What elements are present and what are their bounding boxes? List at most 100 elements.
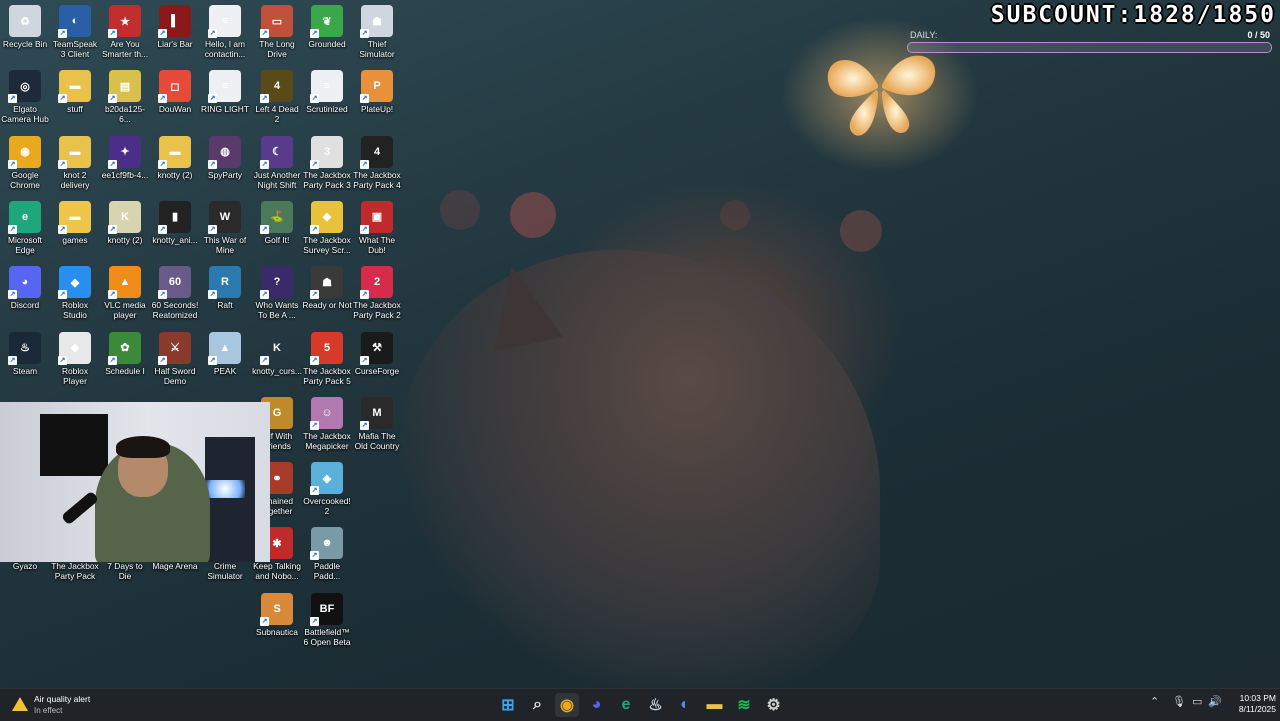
steam-taskbar-button[interactable]: ♨: [644, 693, 668, 717]
app-taskbar-button[interactable]: ◐: [673, 693, 697, 717]
webcam-monitor: [40, 414, 108, 476]
shortcut-arrow-icon: ↗: [158, 94, 167, 104]
desktop-icon[interactable]: ▬ ↗ knot 2 delivery: [50, 135, 100, 190]
desktop-icon[interactable]: M ↗ Mafia The Old Country: [352, 396, 402, 451]
overcooked-icon: ◈ ↗: [310, 462, 343, 496]
webcam-mic: [60, 490, 100, 526]
microphone-icon[interactable]: 🎙: [1172, 695, 1186, 708]
desktop-icon[interactable]: W ↗ This War of Mine: [200, 200, 250, 255]
desktop-icon[interactable]: ≡ ↗ Scrutinized: [302, 70, 352, 114]
desktop-icon[interactable]: ◎ ↗ Elgato Camera Hub: [0, 70, 50, 124]
desktop-icon[interactable]: ☗ ↗ Ready or Not: [302, 266, 352, 310]
desktop-icon[interactable]: ▌ ↗ Liar's Bar: [150, 5, 200, 49]
desktop-icon[interactable]: ♨ ↗ Steam: [0, 331, 50, 376]
desktop-icon[interactable]: K ↗ knotty (2): [100, 200, 150, 245]
network-icon[interactable]: ▭: [1192, 695, 1202, 708]
icon-glyph: ◉: [20, 146, 30, 159]
desktop-icon[interactable]: 5 ↗ The Jackbox Party Pack 5: [302, 331, 352, 386]
shortcut-arrow-icon: ↗: [310, 486, 319, 496]
text-file-icon: ≡ ↗: [208, 5, 241, 38]
desktop-icon[interactable]: BF ↗ Battlefield™ 6 Open Beta: [302, 592, 352, 647]
desktop-icon[interactable]: ♻ Recycle Bin: [0, 5, 50, 49]
discord-taskbar-button[interactable]: ◕: [585, 693, 609, 717]
desktop-icon-label: Gyazo: [12, 561, 38, 572]
file-explorer-taskbar-icon: ▬: [706, 696, 723, 713]
desktop-icon[interactable]: e ↗ Microsoft Edge: [0, 200, 50, 255]
desktop-icon[interactable]: ⛳ ↗ Golf It!: [252, 200, 302, 245]
desktop-icon[interactable]: ▤ ↗ b20da125-6...: [100, 70, 150, 124]
desktop-icon-label: Google Chrome: [10, 169, 40, 190]
desktop-icon[interactable]: 2 ↗ The Jackbox Party Pack 2: [352, 266, 402, 320]
app2-taskbar-button[interactable]: ⚙: [762, 693, 786, 717]
desktop-icon-label: Left 4 Dead 2: [255, 104, 299, 125]
icon-glyph: ❦: [322, 15, 332, 28]
weather-alert-widget[interactable]: Air quality alert In effect: [8, 692, 118, 718]
desktop-icon[interactable]: ⚔ ↗ Half Sword Demo: [150, 331, 200, 386]
shortcut-arrow-icon: ↗: [8, 355, 17, 365]
half-sword-icon: ⚔ ↗: [158, 331, 191, 365]
desktop-icon[interactable]: R ↗ Raft: [200, 266, 250, 310]
desktop-icon-label: TeamSpeak 3 Client: [52, 39, 98, 59]
desktop-icon[interactable]: ✿ ↗ Schedule I: [100, 331, 150, 376]
desktop-icon[interactable]: S ↗ Subnautica: [252, 592, 302, 637]
desktop-icon[interactable]: K ↗ knotty_curs...: [252, 332, 302, 376]
desktop-icon[interactable]: ☺ ↗ The Jackbox Megapicker: [302, 396, 352, 451]
desktop-icon-label: Keep Talking and Nobo...: [253, 561, 301, 582]
desktop-icon[interactable]: ☻ ↗ Paddle Padd...: [302, 527, 352, 581]
volume-icon[interactable]: 🔊: [1208, 695, 1222, 708]
desktop-icon[interactable]: ▮ ↗ knotty_ani...: [150, 200, 200, 245]
desktop-icon[interactable]: ▬ ↗ games: [50, 200, 100, 245]
shortcut-arrow-icon: ↗: [260, 290, 269, 300]
desktop-icon[interactable]: ◆ ↗ Roblox Studio: [50, 266, 100, 320]
desktop-icon[interactable]: ◆ ↗ The Jackbox Survey Scr...: [302, 200, 352, 255]
chrome-taskbar-button[interactable]: ◉: [555, 693, 579, 717]
desktop-icon[interactable]: ◉ ↗ Google Chrome: [0, 135, 50, 190]
elgato-camera-hub-icon: ◎ ↗: [8, 70, 41, 104]
desktop-icon[interactable]: ◐ ↗ TeamSpeak 3 Client: [50, 5, 100, 59]
recycle-bin-icon: ♻: [9, 5, 41, 37]
clock-date: 8/11/2025: [1238, 704, 1276, 714]
desktop-icon[interactable]: 3 ↗ The Jackbox Party Pack 3: [302, 135, 352, 190]
desktop-icon[interactable]: ✦ ↗ ee1cf9fb-4...: [100, 135, 150, 180]
search-button[interactable]: ⌕: [526, 693, 550, 717]
desktop-icon[interactable]: ◍ ↗ SpyParty: [200, 135, 250, 180]
desktop-icon[interactable]: ❦ ↗ Grounded: [302, 5, 352, 49]
desktop-icon[interactable]: ▣ ↗ What The Dub!: [352, 200, 402, 255]
desktop-icon[interactable]: ◕ ↗ Discord: [0, 266, 50, 310]
mafia-icon: M ↗: [360, 396, 393, 430]
desktop-icon[interactable]: 60 ↗ 60 Seconds! Reatomized: [150, 266, 200, 320]
desktop-icon[interactable]: ★ ↗ Are You Smarter th...: [100, 5, 150, 59]
shortcut-arrow-icon: ↗: [208, 355, 217, 365]
file-explorer-taskbar-button[interactable]: ▬: [703, 693, 727, 717]
long-drive-icon: ▭ ↗: [260, 5, 293, 38]
desktop-icon[interactable]: ▬ ↗ knotty (2): [150, 135, 200, 180]
desktop-icon[interactable]: 4 ↗ Left 4 Dead 2: [252, 70, 302, 124]
spotify-taskbar-button[interactable]: ≋: [732, 693, 756, 717]
desktop-icon[interactable]: ▭ ↗ The Long Drive: [252, 5, 302, 59]
desktop-icon[interactable]: ◆ ↗ Roblox Player: [50, 331, 100, 386]
games-folder-icon: ▬ ↗: [58, 200, 91, 234]
desktop-icon[interactable]: 4 ↗ The Jackbox Party Pack 4: [352, 135, 402, 190]
desktop-icon[interactable]: ▲ ↗ PEAK: [200, 331, 250, 376]
clock[interactable]: 10:03 PM 8/11/2025: [1226, 693, 1276, 715]
desktop-icon[interactable]: ? ↗ Who Wants To Be A ...: [252, 266, 302, 320]
desktop-icon[interactable]: ☗ ↗ Thief Simulator: [352, 5, 402, 59]
jackbox-megapicker-icon: ☺ ↗: [310, 396, 343, 430]
icon-glyph: K: [121, 210, 129, 223]
desktop-icon[interactable]: ▬ ↗ stuff: [50, 70, 100, 114]
edge-icon: e ↗: [8, 200, 41, 234]
start-button[interactable]: ⊞: [496, 693, 520, 717]
desktop-icon-label: Recycle Bin: [2, 39, 48, 49]
desktop-icon[interactable]: P ↗ PlateUp!: [352, 70, 402, 114]
desktop-icon[interactable]: ≡ ↗ RING LIGHT: [200, 70, 250, 114]
desktop-icon-label: Subnautica: [256, 626, 298, 637]
desktop-icon[interactable]: ≡ ↗ Hello, I am contactin...: [200, 5, 250, 59]
chevron-up-icon[interactable]: ⌃: [1150, 695, 1159, 708]
desktop-icon[interactable]: ◈ ↗ Overcooked! 2: [302, 462, 352, 516]
shortcut-arrow-icon: ↗: [158, 290, 167, 300]
desktop-icon[interactable]: ▲ ↗ VLC media player: [100, 266, 150, 320]
desktop-icon[interactable]: ◻ ↗ DouWan: [150, 70, 200, 114]
desktop-icon[interactable]: ☾ ↗ Just Another Night Shift: [252, 135, 302, 190]
edge-taskbar-button[interactable]: e: [614, 693, 638, 717]
desktop-icon[interactable]: ⚒ ↗ CurseForge: [352, 331, 402, 376]
